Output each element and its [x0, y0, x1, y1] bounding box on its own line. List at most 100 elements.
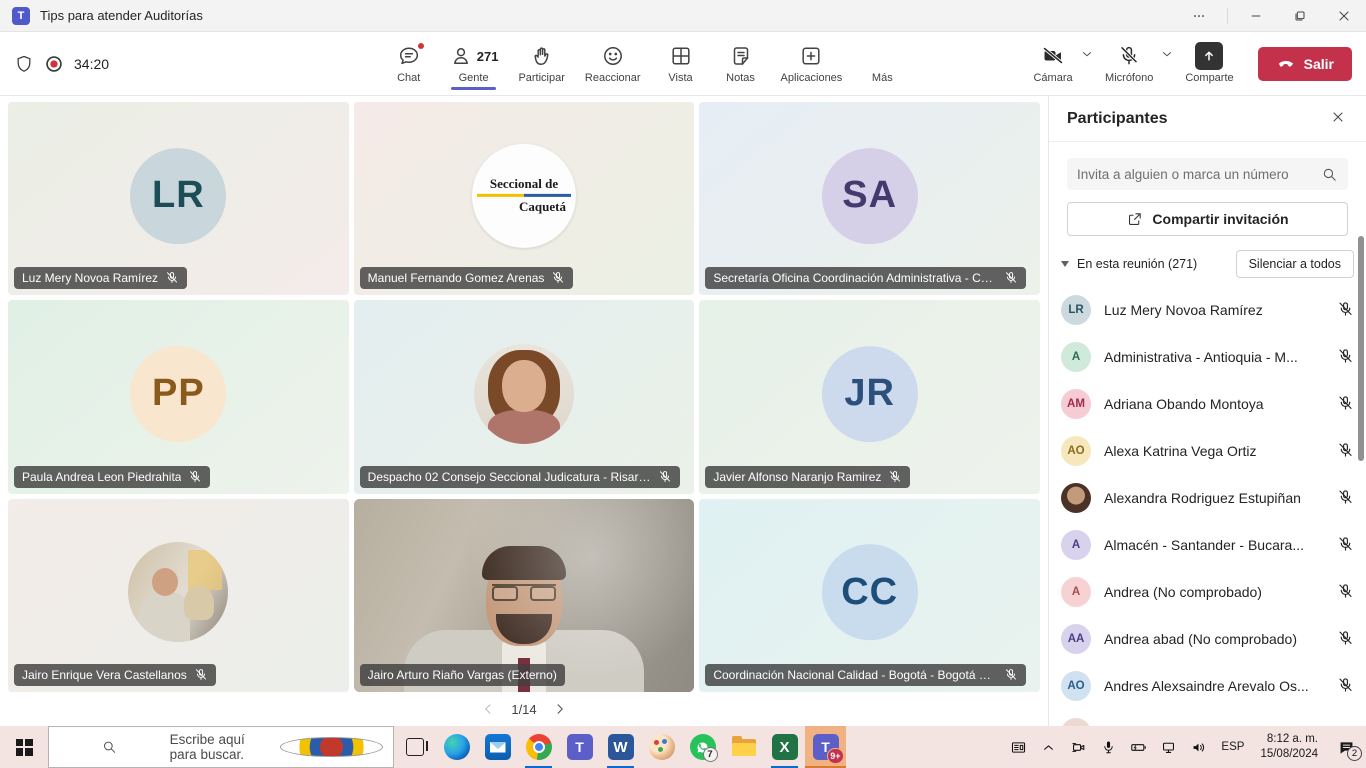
taskbar-search-box[interactable]: Escribe aquí para buscar.	[48, 726, 394, 768]
participant-name: Jairo Enrique Vera Castellanos	[22, 668, 187, 682]
muted-mic-icon[interactable]	[1337, 677, 1354, 694]
network-button[interactable]	[1153, 726, 1183, 768]
muted-mic-icon[interactable]	[1337, 301, 1354, 318]
participant-name: Luz Mery Novoa Ramírez	[1104, 302, 1324, 318]
next-page-button[interactable]	[551, 700, 569, 718]
muted-mic-icon[interactable]	[1337, 442, 1354, 459]
share-invitation-button[interactable]: Compartir invitación	[1067, 202, 1348, 236]
invite-search-input[interactable]	[1077, 167, 1321, 182]
muted-mic-icon[interactable]	[1337, 348, 1354, 365]
taskbar-paint-icon[interactable]	[641, 726, 682, 768]
taskbar-excel-icon[interactable]: X	[764, 726, 805, 768]
muted-mic-icon[interactable]	[1337, 395, 1354, 412]
start-button[interactable]	[0, 726, 48, 768]
participant-row[interactable]: AAlmacén - Santander - Bucara...	[1061, 521, 1354, 568]
teams-meeting-window: T Tips para atender Auditorías 34:20 Cha…	[0, 0, 1366, 768]
toolbar-more-button[interactable]: Más	[856, 36, 908, 92]
view-icon	[669, 44, 693, 68]
taskbar-search-placeholder: Escribe aquí para buscar.	[170, 732, 271, 762]
toolbar-view-button[interactable]: Vista	[655, 36, 707, 92]
tray-camera-button[interactable]	[1063, 726, 1093, 768]
toolbar-people-button[interactable]: 271Gente	[443, 36, 505, 92]
invite-search-field[interactable]	[1067, 158, 1348, 190]
mic-options-chevron-icon[interactable]	[1159, 46, 1175, 62]
tray-expand-button[interactable]	[1033, 726, 1063, 768]
edge-logo-icon	[444, 734, 470, 760]
share-button[interactable]: Comparte	[1179, 36, 1239, 92]
taskbar-folder-icon[interactable]	[723, 726, 764, 768]
participant-row[interactable]: AOAndres Alexsaindre Arevalo Os...	[1061, 662, 1354, 709]
participant-row[interactable]: AAAndrea abad (No comprobado)	[1061, 615, 1354, 662]
taskbar-teams-icon[interactable]: T	[559, 726, 600, 768]
toolbar-react-button[interactable]: Reaccionar	[579, 36, 647, 92]
video-tile-8[interactable]: Jairo Arturo Riaño Vargas (Externo)	[354, 499, 695, 692]
taskbar-mail-icon[interactable]	[477, 726, 518, 768]
clock[interactable]: 8:12 a. m. 15/08/2024	[1252, 732, 1326, 762]
taskbar-chrome-icon[interactable]	[518, 726, 559, 768]
close-button[interactable]	[1322, 0, 1366, 31]
video-tile-7[interactable]: Jairo Enrique Vera Castellanos	[8, 499, 349, 692]
participant-avatar: AO	[1061, 671, 1091, 701]
participant-row[interactable]: AOAlexa Katrina Vega Ortiz	[1061, 427, 1354, 474]
participant-name: Manuel Fernando Gomez Arenas	[368, 271, 545, 285]
avatar: SA	[822, 148, 918, 244]
tray-mic-button[interactable]	[1093, 726, 1123, 768]
time-text: 8:12 a. m.	[1260, 732, 1318, 747]
camera-options-chevron-icon[interactable]	[1079, 46, 1095, 62]
language-indicator[interactable]: ESP	[1213, 741, 1252, 753]
task-view-icon	[406, 738, 424, 756]
toolbar-raise-hand-button[interactable]: Participar	[512, 36, 570, 92]
participant-row[interactable]: Alexandra Rodriguez Estupiñan	[1061, 474, 1354, 521]
video-tile-9[interactable]: CCCoordinación Nacional Calidad - Bogotá…	[699, 499, 1040, 692]
taskbar-word-icon[interactable]: W	[600, 726, 641, 768]
participant-name: Andrea (No comprobado)	[1104, 584, 1324, 600]
panel-scrollbar[interactable]	[1358, 236, 1364, 461]
panel-close-button[interactable]	[1324, 105, 1352, 133]
participant-name-pill: Secretaría Oficina Coordinación Administ…	[705, 267, 1026, 289]
participant-name: Andrea abad (No comprobado)	[1104, 631, 1324, 647]
widgets-button[interactable]	[1003, 726, 1033, 768]
taskbar-whatsapp-icon[interactable]: 7	[682, 726, 723, 768]
minimize-button[interactable]	[1234, 0, 1278, 31]
meeting-toolbar: 34:20 Chat271GenteParticiparReaccionarVi…	[0, 32, 1366, 96]
muted-mic-icon[interactable]	[1337, 583, 1354, 600]
window-more-button[interactable]	[1177, 0, 1221, 31]
video-tile-4[interactable]: PPPaula Andrea Leon Piedrahita	[8, 300, 349, 493]
taskbar-teams-meeting-icon[interactable]: T9+	[805, 726, 846, 768]
participant-row-partial[interactable]	[1061, 709, 1354, 726]
video-tile-1[interactable]: LRLuz Mery Novoa Ramírez	[8, 102, 349, 295]
muted-mic-icon[interactable]	[1337, 630, 1354, 647]
participant-row[interactable]: AAdministrativa - Antioquia - M...	[1061, 333, 1354, 380]
toolbar-apps-button[interactable]: Aplicaciones	[775, 36, 849, 92]
participant-row[interactable]: LRLuz Mery Novoa Ramírez	[1061, 286, 1354, 333]
participant-row[interactable]: AMAdriana Obando Montoya	[1061, 380, 1354, 427]
video-tile-6[interactable]: JRJavier Alfonso Naranjo Ramirez	[699, 300, 1040, 493]
toolbar-chat-button[interactable]: Chat	[383, 36, 435, 92]
muted-mic-icon[interactable]	[1337, 489, 1354, 506]
volume-button[interactable]	[1183, 726, 1213, 768]
participant-row[interactable]: A Andrea (No comprobado)	[1061, 568, 1354, 615]
previous-page-button[interactable]	[479, 700, 497, 718]
live-video-feed	[354, 499, 695, 692]
maximize-button[interactable]	[1278, 0, 1322, 31]
folder-logo-icon	[731, 734, 757, 760]
leave-button[interactable]: Salir	[1258, 47, 1352, 81]
participant-avatar: A	[1061, 577, 1091, 607]
microphone-button[interactable]: Micrófono	[1099, 36, 1159, 92]
section-collapse-icon[interactable]	[1061, 261, 1069, 267]
video-tile-3[interactable]: SA Secretaría Oficina Coordinación Admini…	[699, 102, 1040, 295]
video-tile-2[interactable]: Seccional deCaquetáManuel Fernando Gomez…	[354, 102, 695, 295]
share-invitation-icon	[1126, 211, 1143, 228]
whatsapp-badge: 7	[703, 747, 718, 762]
taskbar-edge-icon[interactable]	[436, 726, 477, 768]
mute-all-button[interactable]: Silenciar a todos	[1236, 250, 1354, 278]
participant-name: Luz Mery Novoa Ramírez	[22, 271, 158, 285]
muted-mic-icon[interactable]	[1337, 536, 1354, 553]
task-view-button[interactable]	[394, 726, 436, 768]
notification-center-button[interactable]: 2	[1326, 726, 1366, 768]
toolbar-notes-button[interactable]: Notas	[715, 36, 767, 92]
chat-notification-dot	[417, 42, 425, 50]
camera-button[interactable]: Cámara	[1027, 36, 1079, 92]
video-tile-5[interactable]: Despacho 02 Consejo Seccional Judicatura…	[354, 300, 695, 493]
battery-button[interactable]	[1123, 726, 1153, 768]
